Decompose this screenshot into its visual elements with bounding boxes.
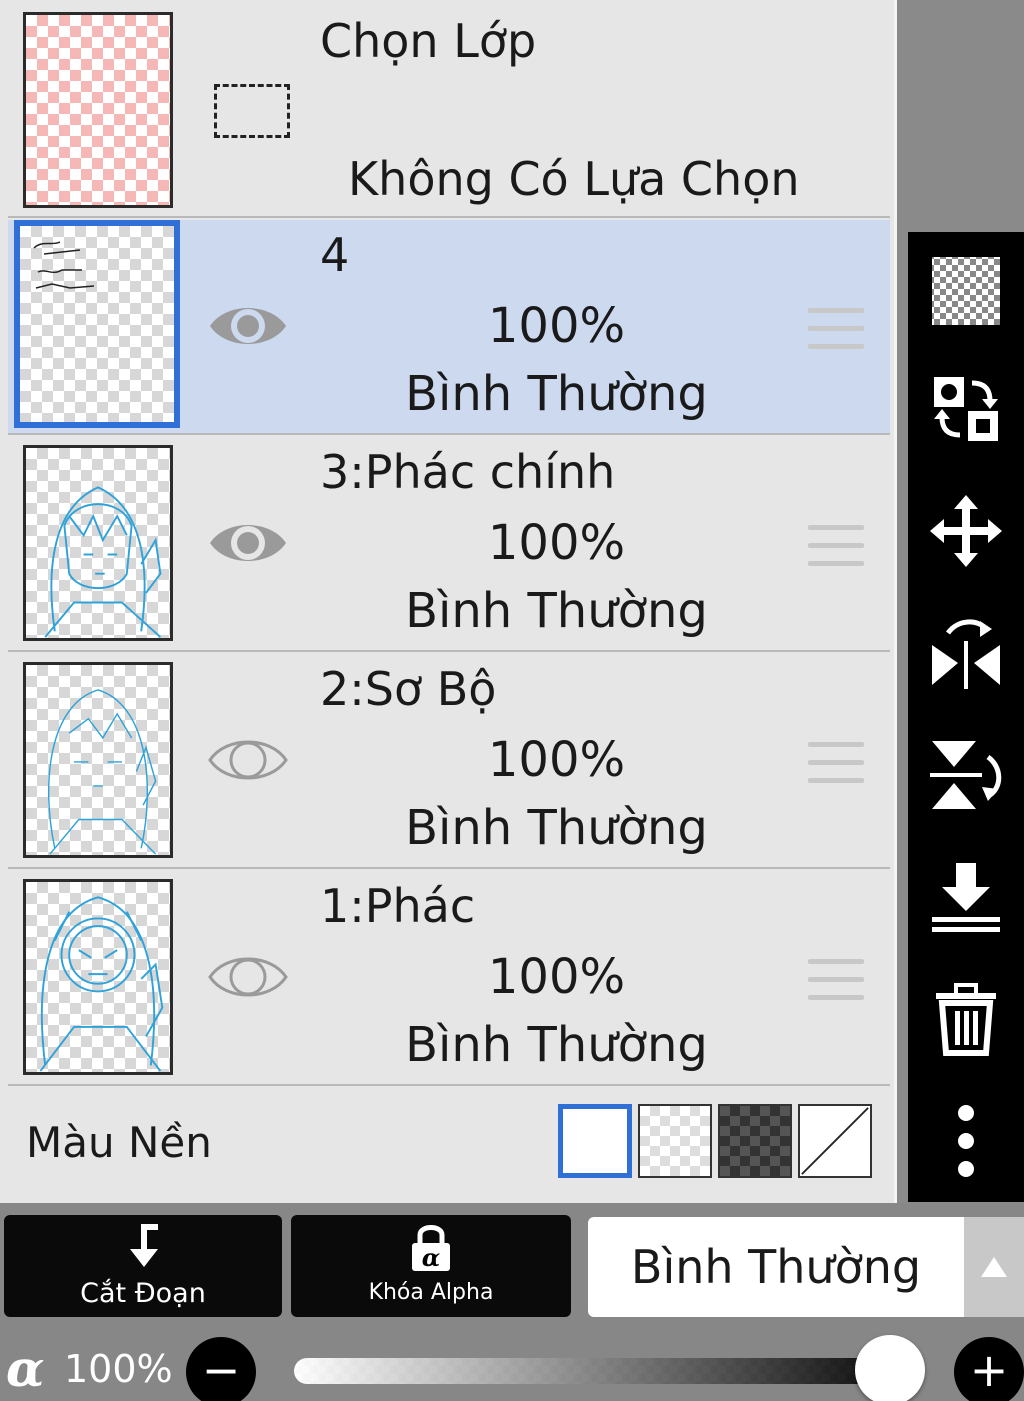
checker-icon[interactable]: [908, 236, 1024, 346]
layer-blend-mode: Bình Thường: [405, 366, 708, 422]
layer-name: 2:Sơ Bộ: [320, 662, 497, 716]
drag-handle-icon[interactable]: [808, 308, 864, 352]
layer-row[interactable]: 3:Phác chính 100% Bình Thường: [8, 437, 890, 652]
layer-blend-mode: Bình Thường: [405, 1017, 708, 1073]
alpha-lock-label: Khóa Alpha: [368, 1280, 494, 1305]
drag-handle-icon[interactable]: [808, 959, 864, 1003]
layer-row[interactable]: 1:Phác 100% Bình Thường: [8, 871, 890, 1086]
bottom-controls: Cắt Đoạn α Khóa Alpha Bình Thường α 100%…: [0, 1203, 1024, 1401]
layer-opacity: 100%: [487, 732, 626, 788]
layer-opacity: 100%: [487, 949, 626, 1005]
opacity-decrease-button[interactable]: −: [186, 1337, 256, 1401]
clipping-label: Cắt Đoạn: [80, 1278, 206, 1309]
layer-panel: Chọn Lớp Không Có Lựa Chọn 4 100% Bình T…: [0, 0, 897, 1203]
svg-text:α: α: [422, 1243, 440, 1272]
layer-opacity: 100%: [487, 298, 626, 354]
drag-handle-icon[interactable]: [808, 525, 864, 569]
layer-tools-toolbar: [908, 232, 1024, 1202]
selection-thumbnail: [23, 12, 173, 208]
selection-layer-subtitle: Không Có Lựa Chọn: [348, 152, 800, 206]
layer-blend-mode: Bình Thường: [405, 583, 708, 639]
layer-row[interactable]: 2:Sơ Bộ 100% Bình Thường: [8, 654, 890, 869]
flip-horizontal-icon[interactable]: [908, 598, 1024, 708]
clipping-button[interactable]: Cắt Đoạn: [4, 1215, 282, 1317]
swap-layers-icon[interactable]: [908, 354, 1024, 464]
layer-name: 1:Phác: [320, 879, 476, 933]
background-color-row: Màu Nền: [8, 1090, 890, 1200]
layer-name: 3:Phác chính: [320, 445, 616, 499]
move-icon[interactable]: [908, 476, 1024, 586]
bg-swatch-none[interactable]: [798, 1104, 872, 1178]
selection-layer-title: Chọn Lớp: [320, 14, 537, 68]
blend-mode-value: Bình Thường: [630, 1240, 922, 1294]
opacity-increase-button[interactable]: +: [954, 1337, 1024, 1401]
opacity-slider[interactable]: [294, 1358, 894, 1384]
bg-swatch-transparent-dark[interactable]: [718, 1104, 792, 1178]
clip-arrow-icon: [130, 1224, 158, 1267]
layer-row[interactable]: 4 100% Bình Thường: [8, 220, 890, 435]
layer-opacity: 100%: [487, 515, 626, 571]
more-icon[interactable]: [908, 1086, 1024, 1196]
background-color-label: Màu Nền: [26, 1118, 212, 1167]
merge-down-icon[interactable]: [908, 842, 1024, 952]
alpha-lock-button[interactable]: α Khóa Alpha: [291, 1215, 571, 1317]
opacity-value: 100%: [64, 1347, 173, 1391]
lock-icon: α: [412, 1225, 450, 1272]
opacity-slider-knob[interactable]: [855, 1335, 925, 1401]
drag-handle-icon[interactable]: [808, 742, 864, 786]
bg-swatch-white[interactable]: [558, 1104, 632, 1178]
alpha-icon: α: [6, 1339, 45, 1398]
selection-rect-icon: [214, 84, 290, 138]
blend-mode-select[interactable]: Bình Thường: [588, 1217, 964, 1317]
bg-swatch-transparent-light[interactable]: [638, 1104, 712, 1178]
trash-icon[interactable]: [908, 964, 1024, 1074]
selection-layer-row[interactable]: Chọn Lớp Không Có Lựa Chọn: [8, 0, 890, 218]
flip-vertical-icon[interactable]: [908, 720, 1024, 830]
layer-blend-mode: Bình Thường: [405, 800, 708, 856]
blend-mode-arrow-icon[interactable]: [964, 1217, 1024, 1317]
layer-name: 4: [320, 228, 350, 282]
